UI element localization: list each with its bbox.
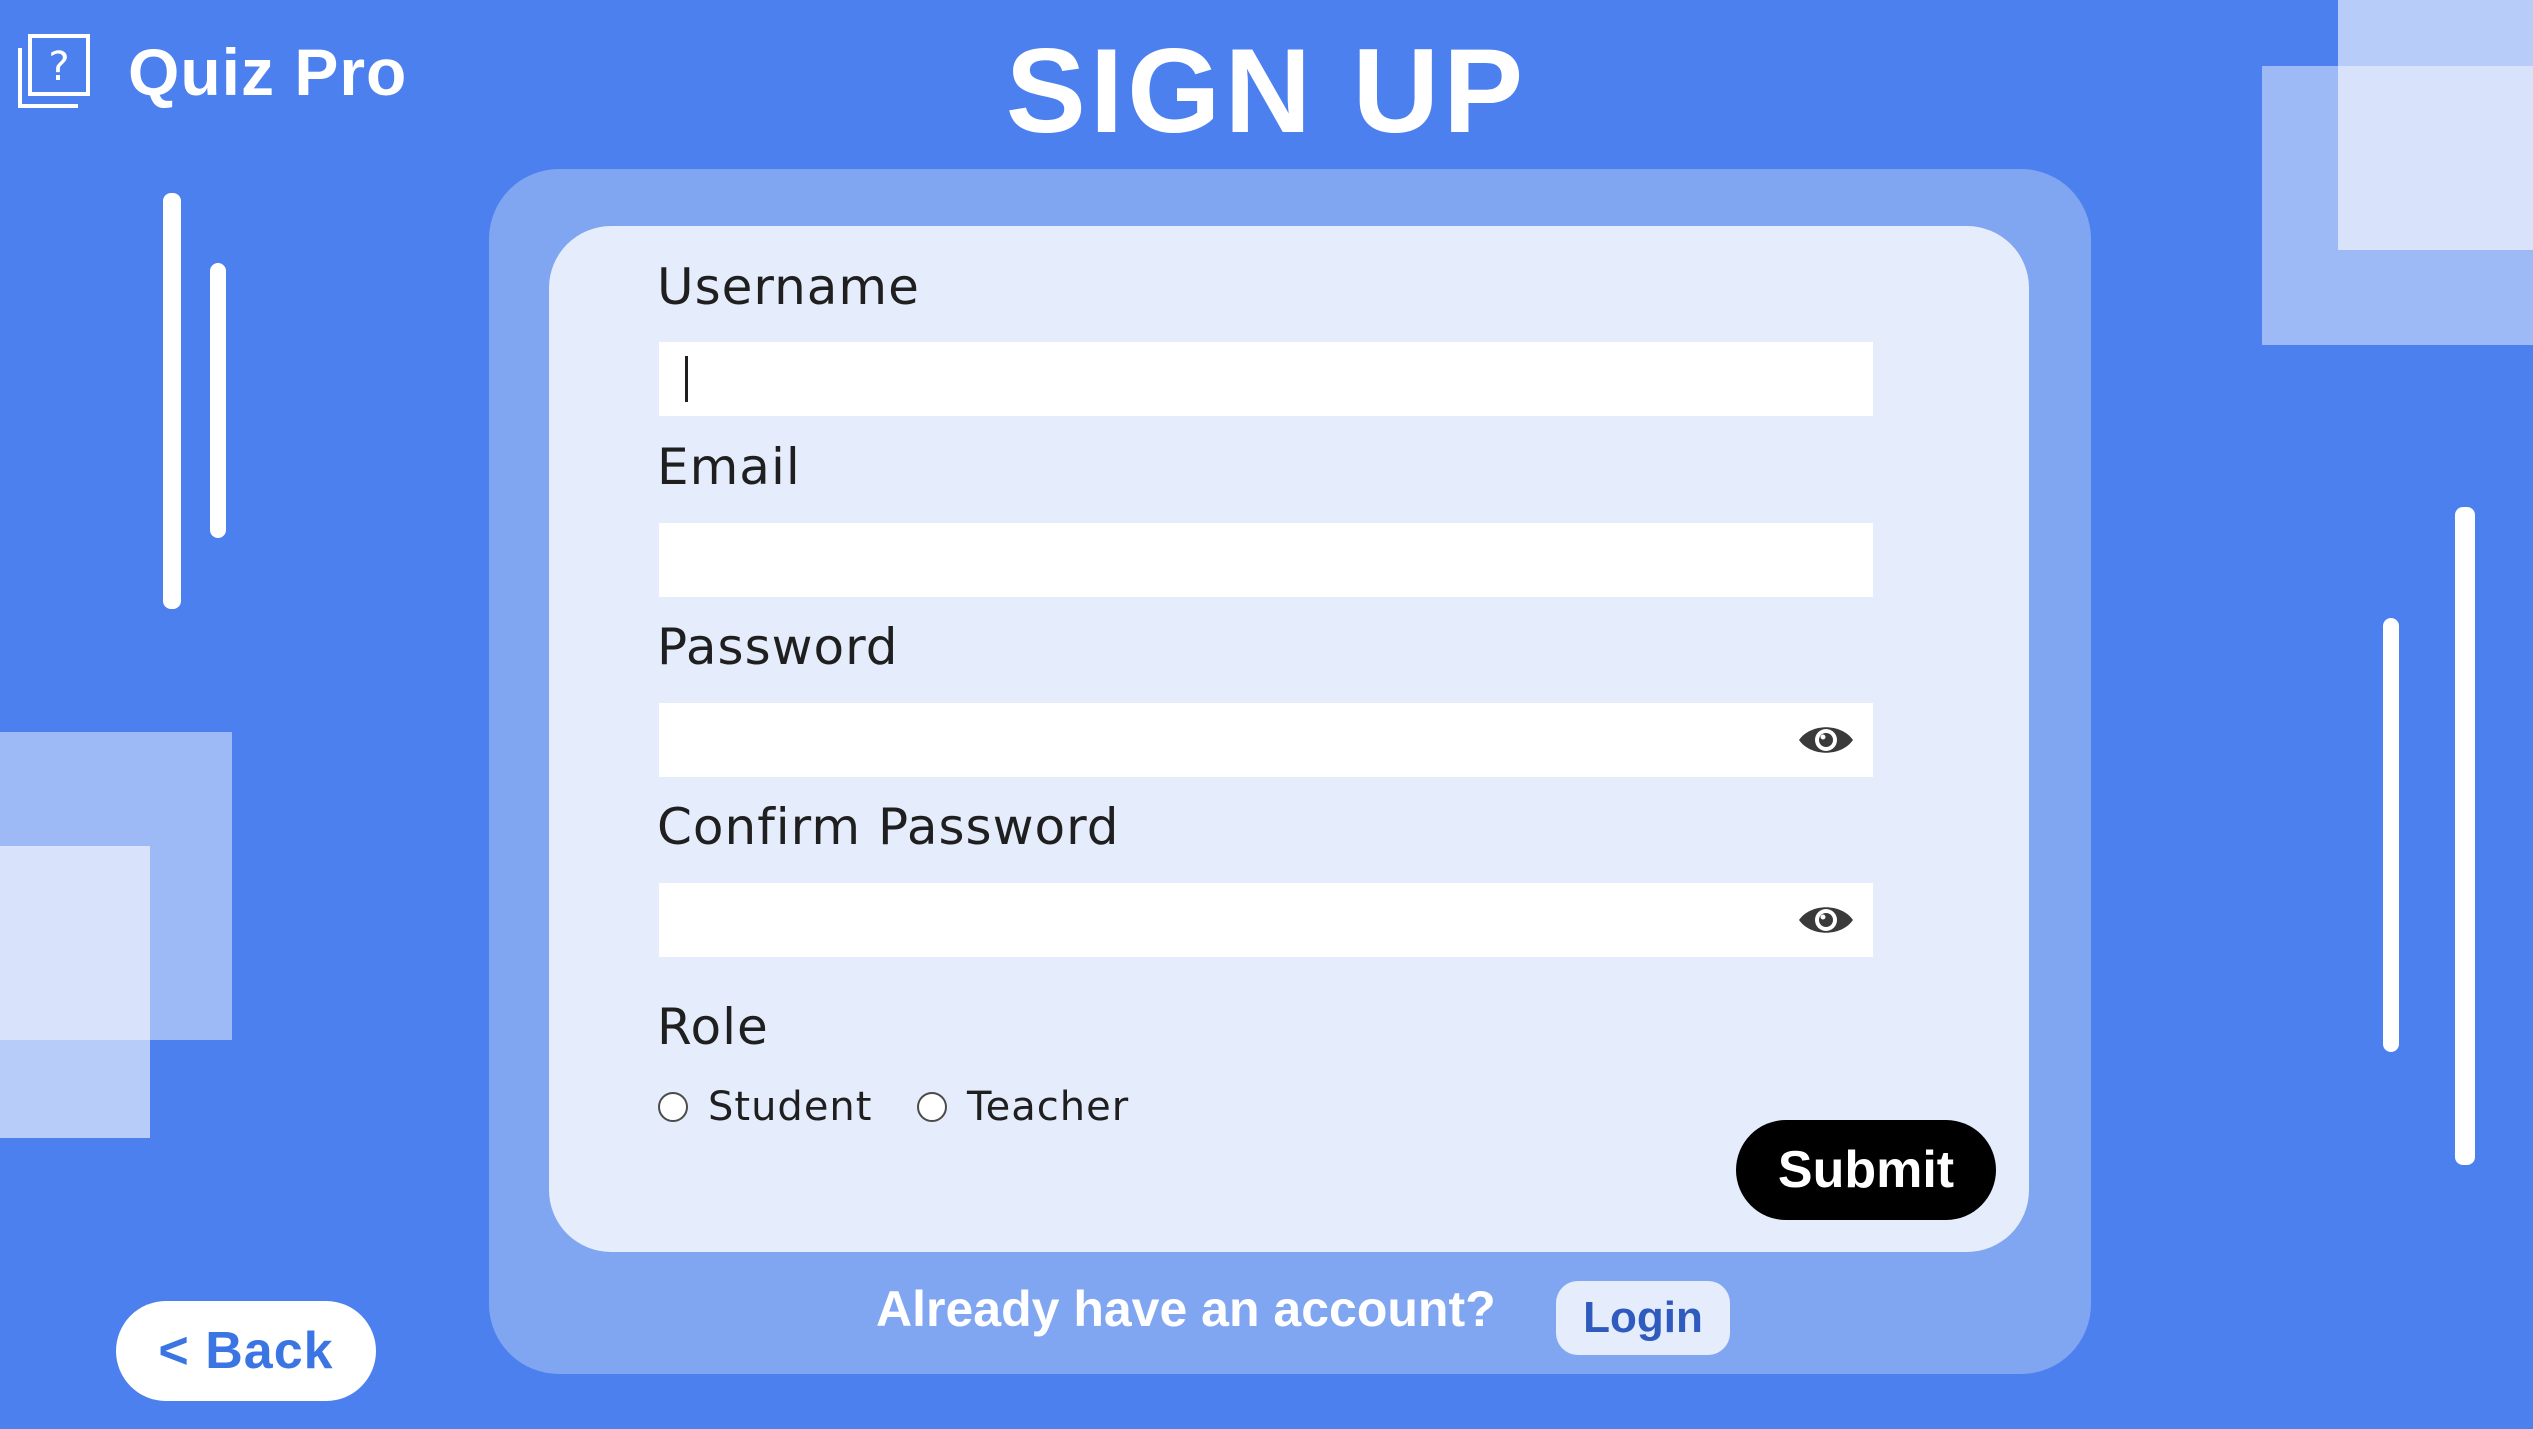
eye-icon[interactable]	[1797, 721, 1855, 759]
decorative-square	[0, 846, 150, 1138]
decorative-line	[2383, 618, 2399, 1052]
decorative-line	[2455, 507, 2475, 1165]
back-button[interactable]: < Back	[116, 1301, 376, 1401]
role-option-label: Teacher	[967, 1084, 1130, 1130]
password-input[interactable]	[659, 703, 1873, 777]
decorative-line	[210, 263, 226, 538]
username-input[interactable]	[659, 342, 1873, 416]
confirm-password-input[interactable]	[659, 883, 1873, 957]
eye-icon[interactable]	[1797, 901, 1855, 939]
teacher-radio[interactable]	[917, 1092, 947, 1122]
decorative-line	[163, 193, 181, 609]
password-label: Password	[657, 618, 899, 676]
email-label: Email	[657, 438, 801, 496]
login-button[interactable]: Login	[1556, 1281, 1730, 1355]
email-input[interactable]	[659, 523, 1873, 597]
page-title: SIGN UP	[1005, 24, 1528, 158]
text-caret	[685, 356, 688, 402]
student-radio[interactable]	[658, 1092, 688, 1122]
submit-button[interactable]: Submit	[1736, 1120, 1996, 1220]
role-option-label: Student	[708, 1084, 873, 1130]
role-label: Role	[657, 998, 769, 1056]
role-option-student[interactable]: Student	[658, 1084, 872, 1130]
role-option-teacher[interactable]: Teacher	[917, 1084, 1129, 1130]
confirm-password-label: Confirm Password	[657, 798, 1120, 856]
login-prompt: Already have an account?	[876, 1281, 1496, 1337]
username-label: Username	[657, 258, 920, 316]
